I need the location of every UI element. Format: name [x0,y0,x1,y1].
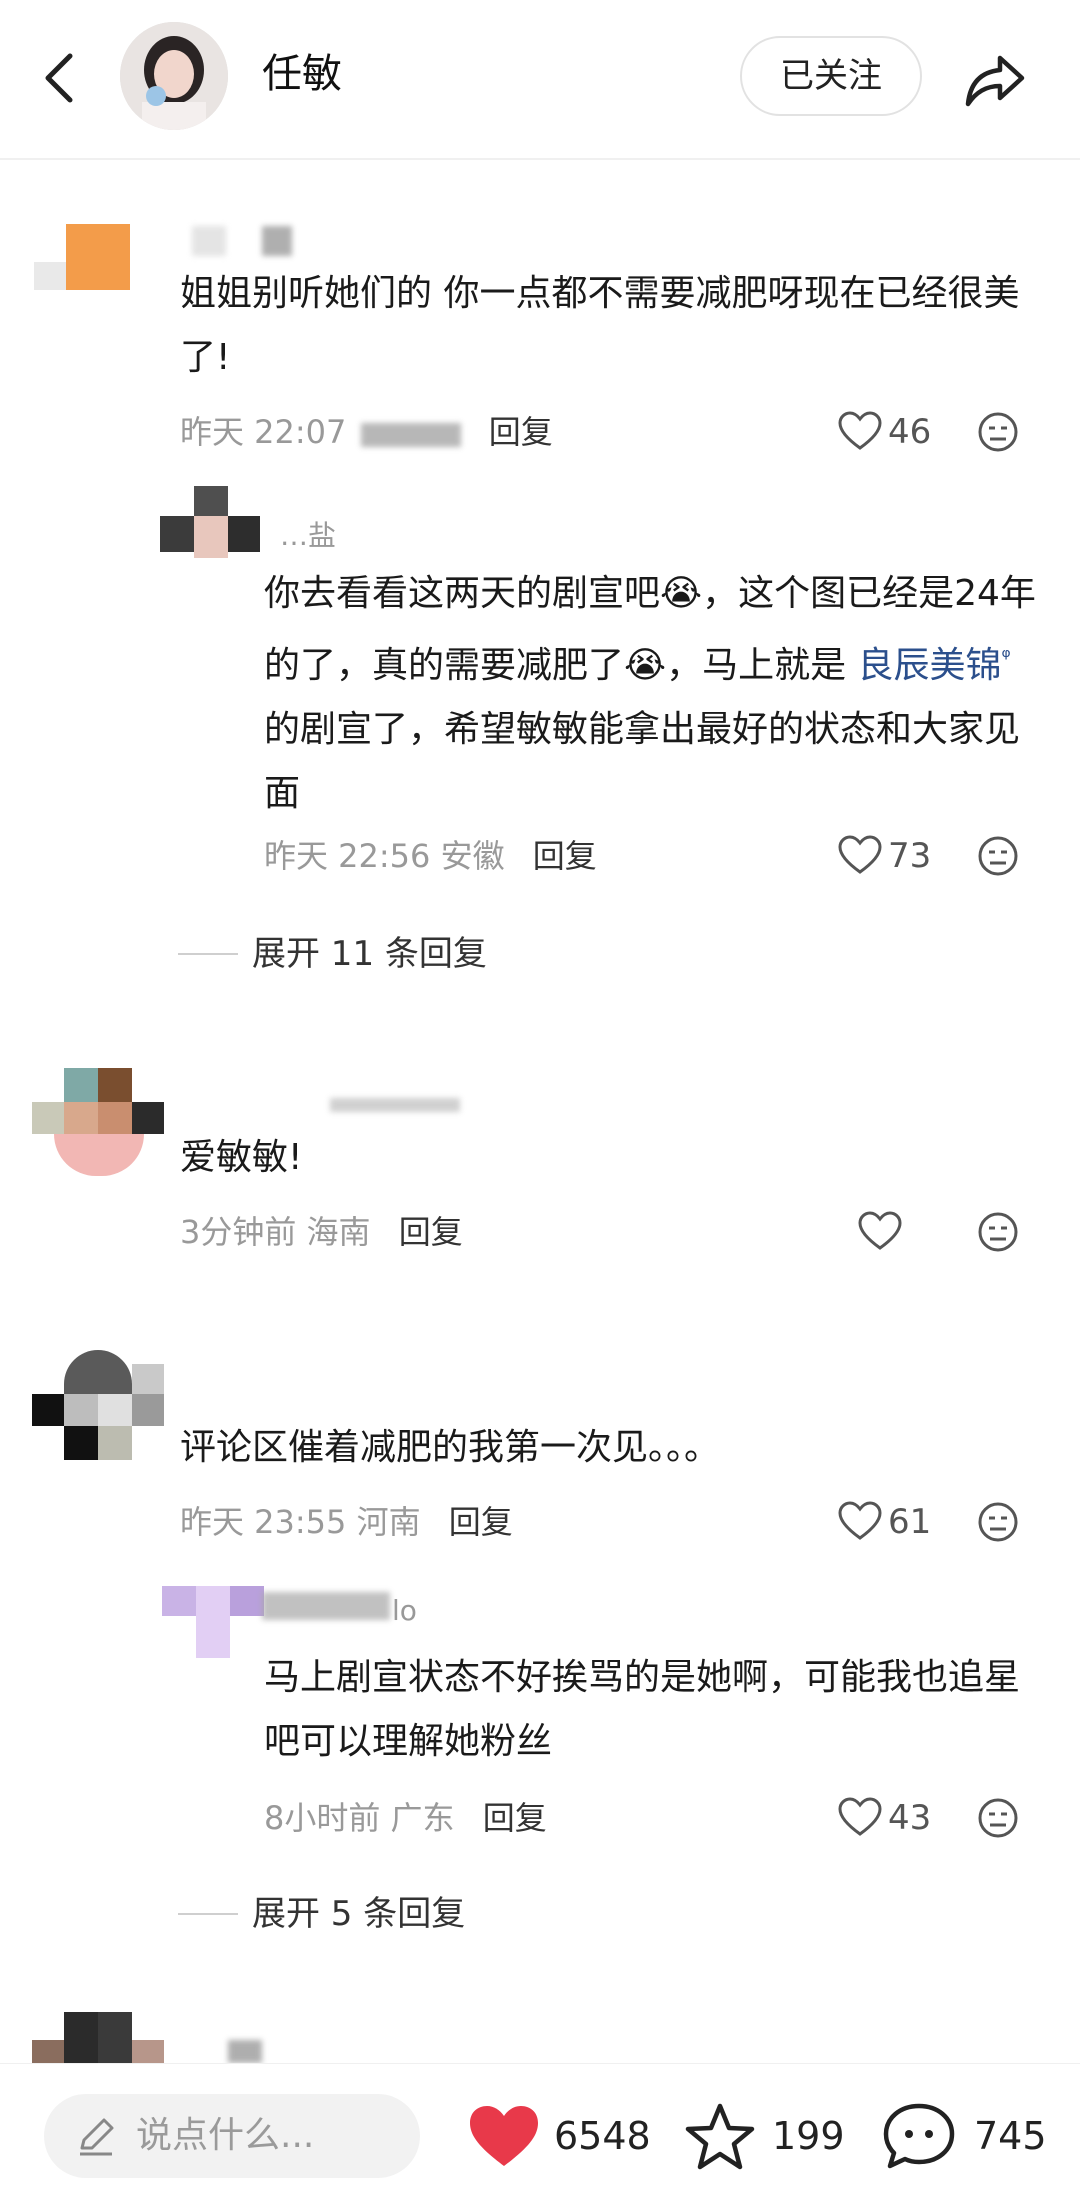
like-button[interactable]: 61 [838,1500,968,1544]
reply-avatar[interactable] [160,486,260,558]
emoji-icon [978,1502,1018,1542]
heart-icon [858,1211,902,1250]
reply-button[interactable]: 回复 [533,837,597,875]
emoji-icon [978,836,1018,876]
reply-button[interactable]: 回复 [489,413,553,451]
like-count: 46 [888,412,932,452]
like-count: 6548 [554,2114,651,2158]
bottom-action-bar: 说点什么... 6548 199 745 [0,2063,1080,2204]
reply-button[interactable]: 回复 [449,1503,513,1541]
like-button[interactable]: 46 [838,410,968,454]
favorite-button[interactable]: 199 [684,2094,854,2178]
like-button[interactable] [858,1210,988,1254]
comment-avatar[interactable] [32,2012,164,2063]
heart-icon [838,1501,882,1540]
topic-link[interactable]: 良辰美锦ᵠ [858,645,1011,686]
comment-avatar[interactable] [32,1068,164,1176]
reply-meta: 昨天 22:56 安徽 回复 [264,834,597,878]
emoji-icon [978,1212,1018,1252]
heart-icon [838,411,882,450]
comment-time: 昨天 23:55 河南 [180,1503,421,1541]
emoji-react-button[interactable] [976,410,1020,454]
author-name[interactable]: 任敏 [262,44,342,104]
location-redacted [360,423,461,447]
username-redacted [228,2040,262,2063]
author-avatar[interactable] [120,22,228,130]
comment-meta: 3分钟前 海南 回复 [180,1210,463,1254]
emoji-icon [978,412,1018,452]
comment-text: 评论区催着减肥的我第一次见。。。 [180,1427,721,1468]
like-count: 61 [888,1502,932,1542]
comment-avatar[interactable] [34,224,130,290]
divider [178,1913,238,1915]
back-arrow-icon [45,53,73,103]
reply-meta: 8小时前 广东 回复 [264,1796,547,1840]
reply-time: 8小时前 广东 [264,1799,455,1837]
reply-text: 你去看看这两天的剧宣吧😭，这个图已经是24年的了，真的需要减肥了😭，马上就是 良… [264,573,1036,814]
heart-icon [838,835,882,874]
comment-bubble-icon [883,2103,955,2169]
comment-text: 爱敏敏! [180,1137,303,1178]
username-redacted [262,226,292,256]
comment-time: 3分钟前 海南 [180,1213,371,1251]
comment-avatar[interactable] [32,1350,164,1460]
reply-username[interactable]: …盐 [280,514,336,554]
like-button[interactable]: 73 [838,834,968,878]
heart-icon [470,2106,538,2166]
username-redacted [192,226,226,256]
username-redacted [262,1592,390,1620]
follow-button[interactable]: 已关注 [740,36,922,116]
expand-replies-button[interactable]: 展开 11 条回复 [252,930,487,978]
back-button[interactable] [34,46,90,110]
comment-count: 745 [974,2114,1047,2158]
top-bar: 任敏 已关注 [0,0,1080,160]
emoji-icon [978,1798,1018,1838]
comment-meta: 昨天 22:07 回复 [180,410,553,454]
like-post-button[interactable]: 6548 [466,2094,656,2178]
reply-time: 昨天 22:56 安徽 [264,837,505,875]
like-count: 43 [888,1798,932,1838]
reply-username[interactable]: lo [392,1594,417,1627]
pencil-icon [80,2118,114,2156]
reply-text: 马上剧宣状态不好挨骂的是她啊，可能我也追星吧可以理解她粉丝 [264,1657,1021,1762]
reply-button[interactable]: 回复 [483,1799,547,1837]
like-count: 73 [888,836,932,876]
share-button[interactable] [960,44,1030,114]
star-icon [685,2103,755,2170]
like-button[interactable]: 43 [838,1796,968,1840]
expand-replies-button[interactable]: 展开 5 条回复 [252,1890,465,1938]
divider [178,953,238,955]
comment-text: 姐姐别听她们的 你一点都不需要减肥呀现在已经很美了! [180,273,1020,378]
search-icon: ᵠ [1001,645,1011,670]
emoji-react-button[interactable] [976,1796,1020,1840]
comments-button[interactable]: 745 [882,2094,1047,2178]
username-redacted [330,1098,460,1112]
comment-input[interactable]: 说点什么... [44,2094,420,2178]
heart-icon [838,1797,882,1836]
comment-time: 昨天 22:07 [180,413,347,451]
emoji-react-button[interactable] [976,1210,1020,1254]
favorite-count: 199 [772,2114,845,2158]
comment-input-placeholder: 说点什么... [136,2115,315,2156]
reply-button[interactable]: 回复 [399,1213,463,1251]
emoji-react-button[interactable] [976,834,1020,878]
comment-meta: 昨天 23:55 河南 回复 [180,1500,513,1544]
emoji-react-button[interactable] [976,1500,1020,1544]
share-icon [965,55,1025,107]
